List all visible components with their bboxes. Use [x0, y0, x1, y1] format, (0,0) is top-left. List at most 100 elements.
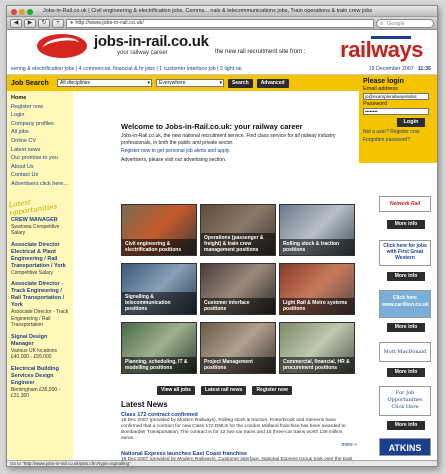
job-listing[interactable]: Signal Design Manager Various UK location… [11, 334, 69, 361]
job-opportunities-ad[interactable]: For Job Opportunities Click Here [379, 386, 431, 416]
sidebar-item-latest-news[interactable]: Latest news [11, 146, 69, 155]
email-label: Email address [363, 86, 398, 92]
register-text-link[interactable]: Register now to get personal job alerts … [121, 148, 230, 154]
browser-window: Jobs-in-Rail.co.uk | Civil engineering &… [6, 5, 438, 467]
tile-caption: Rolling stock & traction positions [280, 239, 354, 255]
location-select[interactable]: Everywhere [156, 79, 224, 87]
job-listing[interactable]: CREW MANAGER Swansea Competitive Salary [11, 217, 69, 237]
password-label: Password [363, 101, 388, 107]
search-icon: ⌕ [380, 20, 384, 27]
tile-civil-engineering[interactable]: Civil engineering & electrification posi… [121, 204, 197, 256]
register-link[interactable]: Not a user? Register now [363, 129, 433, 135]
tile-light-rail[interactable]: Light Rail & Metro systems positions [279, 263, 355, 315]
job-title[interactable]: CREW MANAGER [11, 217, 69, 224]
login-button[interactable]: Login [397, 118, 425, 127]
current-time: 11:35 [417, 66, 431, 72]
left-sidebar: Home Register now Login Company profiles… [7, 91, 73, 466]
tile-caption: Operations (passenger & freight) & train… [201, 233, 275, 255]
add-bookmark-button[interactable]: + [52, 18, 64, 28]
login-heading: Please login [363, 78, 404, 85]
category-links-bar: eering & electrification jobs | 4 commer… [7, 64, 437, 75]
job-listing[interactable]: Electrical Building Services Design Engi… [11, 366, 69, 400]
job-detail: Birmingham £35,000 - £31,300 [11, 386, 61, 400]
tile-operations[interactable]: Operations (passenger & freight) & train… [200, 204, 276, 256]
view-all-jobs-button[interactable]: View all jobs [157, 386, 195, 395]
latest-news-button[interactable]: Latest rail news [200, 386, 247, 395]
tile-caption: Light Rail & Metro systems positions [280, 298, 354, 314]
sidebar-item-about-us[interactable]: About Us [11, 163, 69, 172]
more-info-button[interactable]: More info [387, 220, 425, 229]
sidebar-item-online-cv[interactable]: Online CV [11, 137, 69, 146]
minimize-window-button[interactable] [19, 9, 25, 15]
sidebar-item-advertisers[interactable]: Advertisers click here... [11, 180, 69, 189]
job-title[interactable]: Associate Director Electrical & Plant En… [11, 242, 69, 270]
job-detail: Swansea Competitive Salary [11, 223, 60, 237]
job-title[interactable]: Electrical Building Services Design Engi… [11, 366, 69, 387]
back-button[interactable]: ◀ [10, 18, 22, 28]
more-info-button[interactable]: More info [387, 368, 425, 377]
job-detail: Associate Director - Track Engineering /… [11, 309, 69, 329]
sidebar-item-our-promise[interactable]: Our promise to you [11, 154, 69, 163]
advanced-search-button[interactable]: Advanced [256, 78, 289, 88]
window-controls [11, 6, 35, 20]
tile-rolling-stock[interactable]: Rolling stock & traction positions [279, 204, 355, 256]
tile-signalling[interactable]: Signalling & telecommunication positions [121, 263, 197, 315]
sidebar-item-home[interactable]: Home [11, 94, 69, 103]
welcome-section: Welcome to Jobs-in-Rail.co.uk: your rail… [121, 122, 357, 163]
site-logo-text[interactable]: jobs-in-rail.co.uk [94, 33, 209, 50]
tile-customer-interface[interactable]: Customer interface positions [200, 263, 276, 315]
site-favicon-icon: ● [70, 20, 74, 26]
tile-project-management[interactable]: Project Management positions [200, 322, 276, 374]
carillion-ad[interactable]: Click here www.carillion.co.uk [379, 290, 431, 318]
mott-macdonald-ad[interactable]: Mott MacDonald [379, 342, 431, 362]
latest-news-section: Latest News Class 172 contract confirmed… [121, 400, 357, 466]
sidebar-item-all-jobs[interactable]: All jobs [11, 128, 69, 137]
address-bar[interactable]: ● http://www.jobs-in-rail.co.uk/ [66, 18, 374, 28]
site-logo-icon[interactable] [37, 34, 87, 58]
register-now-button[interactable]: Register now [252, 386, 292, 395]
browser-toolbar: ◀ ▶ ↻ + ● http://www.jobs-in-rail.co.uk/… [7, 17, 437, 30]
job-listing[interactable]: Associate Director - Track Engineering /… [11, 281, 69, 329]
discipline-select[interactable]: All disciplines [57, 79, 152, 87]
first-great-western-ad[interactable]: Click here for jobs with First Great Wes… [379, 240, 431, 266]
web-search-input[interactable]: ⌕ Google [376, 18, 434, 28]
tile-commercial[interactable]: Commercial, financial, HR & procurement … [279, 322, 355, 374]
main-action-buttons: View all jobs Latest rail news Register … [157, 386, 292, 395]
latest-opportunities-heading: Latest opportunities [8, 197, 58, 217]
web-page: jobs-in-rail.co.uk your railway career t… [7, 30, 437, 466]
job-title[interactable]: Signal Design Manager [11, 334, 69, 348]
news-more-link[interactable]: more » [121, 442, 357, 448]
forgot-password-link[interactable]: Forgotten password? [363, 137, 433, 143]
tile-caption: Planning, scheduling, IT & modelling pos… [122, 357, 196, 373]
forward-button[interactable]: ▶ [24, 18, 36, 28]
more-info-button[interactable]: More info [387, 323, 425, 332]
railways-logo[interactable]: railways [340, 37, 423, 63]
tile-caption: Commercial, financial, HR & procurement … [280, 357, 354, 373]
news-heading: Latest News [121, 400, 168, 409]
tile-caption: Civil engineering & electrification posi… [122, 239, 196, 255]
site-tagline: your railway career [117, 50, 168, 56]
job-listing[interactable]: Associate Director Electrical & Plant En… [11, 242, 69, 277]
current-date: 19 December 2007 [368, 66, 414, 72]
category-links[interactable]: eering & electrification jobs | 4 commer… [11, 66, 242, 72]
search-button[interactable]: Search [228, 78, 253, 88]
reload-button[interactable]: ↻ [38, 18, 50, 28]
zoom-window-button[interactable] [27, 9, 33, 15]
network-rail-ad[interactable]: Network Rail [379, 196, 431, 212]
more-info-button[interactable]: More info [387, 272, 425, 281]
password-field[interactable]: •••••••• [363, 108, 429, 115]
email-field[interactable]: jo@examplerailwaysitelist [363, 93, 429, 100]
more-info-button[interactable]: More info [387, 421, 425, 430]
sidebar-item-company-profiles[interactable]: Company profiles [11, 120, 69, 129]
sidebar-item-contact-us[interactable]: Contact Us [11, 171, 69, 180]
status-bar: Go to "http://www.jobs-in-rail.co.uk/job… [7, 460, 437, 466]
address-url: http://www.jobs-in-rail.co.uk/ [75, 20, 144, 26]
header-subtitle: the new rail recruitment site from : [215, 49, 306, 55]
title-bar: Jobs-in-Rail.co.uk | Civil engineering &… [7, 6, 437, 17]
tile-planning[interactable]: Planning, scheduling, IT & modelling pos… [121, 322, 197, 374]
sidebar-item-register[interactable]: Register now [11, 103, 69, 112]
sidebar-item-login[interactable]: Login [11, 111, 69, 120]
close-window-button[interactable] [11, 9, 17, 15]
job-title[interactable]: Associate Director - Track Engineering /… [11, 281, 69, 309]
atkins-ad[interactable]: ATKINS [379, 438, 431, 456]
